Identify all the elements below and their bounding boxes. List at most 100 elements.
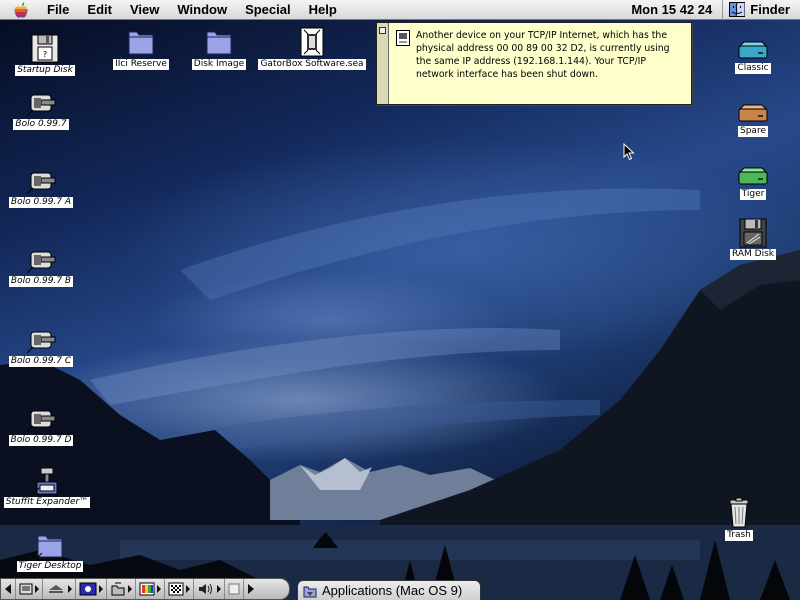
network-alert-window[interactable]: Another device on your TCP/IP Internet, … <box>376 22 692 105</box>
menu-help[interactable]: Help <box>300 0 346 20</box>
control-strip-file-sharing[interactable] <box>107 579 136 599</box>
control-strip-appletalk[interactable] <box>16 579 43 599</box>
file-sharing-icon <box>111 582 125 596</box>
desktop-icon-bolo-c[interactable]: Bolo 0.99.7 C <box>0 329 86 367</box>
menu-file[interactable]: File <box>38 0 78 20</box>
desktop-icon-bolo-b[interactable]: Bolo 0.99.7 B <box>0 249 86 287</box>
strip-popup-arrow <box>186 585 190 593</box>
monitor-depth-icon <box>79 582 97 596</box>
application-menu-label: Finder <box>750 2 790 17</box>
color-depth-icon <box>139 582 155 596</box>
sea-archive-icon <box>300 27 324 57</box>
desktop-icon-label: Classic <box>735 63 771 74</box>
strip-scroll-left-icon <box>5 584 11 594</box>
strip-popup-arrow <box>128 585 132 593</box>
menu-window[interactable]: Window <box>168 0 236 20</box>
desktop-icon-label: IIci Reserve <box>113 59 169 70</box>
menu-view[interactable]: View <box>121 0 168 20</box>
applications-folder-icon <box>303 586 317 597</box>
notification-icon <box>396 30 410 46</box>
desktop-icon-label: Trash <box>725 530 753 541</box>
desktop-icon-label: Bolo 0.99.7 D <box>8 435 74 446</box>
bolo-app-icon <box>26 172 56 195</box>
menu-edit[interactable]: Edit <box>78 0 121 20</box>
hard-drive-icon <box>738 104 768 122</box>
control-strip-scroll-right[interactable] <box>244 579 258 599</box>
finder-icon <box>729 2 746 17</box>
bolo-app-icon <box>26 410 56 433</box>
menu-bar: File Edit View Window Special Help Mon 1… <box>0 0 800 20</box>
desktop-icon-label: Tiger <box>739 189 767 200</box>
desktop-icon-startup-disk[interactable]: ? Startup Disk <box>0 32 90 76</box>
desktop-icon-disk-image[interactable]: Disk Image <box>174 26 264 70</box>
ram-disk-icon <box>739 218 767 248</box>
desktop-icon-label: RAM Disk <box>729 249 776 260</box>
folder-icon <box>35 535 63 560</box>
bolo-app-icon <box>26 331 56 354</box>
strip-popup-arrow <box>68 585 72 593</box>
trash-icon <box>729 497 749 528</box>
apple-icon[interactable] <box>12 1 30 19</box>
blank-module-icon <box>228 583 240 595</box>
bolo-app-icon <box>26 94 56 117</box>
startup-disk-icon: ? <box>31 34 59 63</box>
control-strip-scroll-left[interactable] <box>1 579 16 599</box>
menu-clock[interactable]: Mon 15 42 24 <box>631 0 724 20</box>
alert-message: Another device on your TCP/IP Internet, … <box>416 30 670 80</box>
desktop-icon-label: StuffIt Expander™ <box>3 497 91 508</box>
strip-popup-arrow <box>157 585 161 593</box>
folder-icon <box>206 31 232 55</box>
strip-scroll-right-icon <box>248 584 254 594</box>
control-strip-color-depth[interactable] <box>136 579 165 599</box>
application-switcher-tab[interactable]: Applications (Mac OS 9) <box>297 580 481 600</box>
strip-popup-arrow <box>217 585 221 593</box>
sound-volume-icon <box>199 583 212 595</box>
desktop-icon-label: Bolo 0.99.7 A <box>8 197 74 208</box>
desktop-icon-label: Startup Disk <box>15 65 75 76</box>
desktop-icon-label: Disk Image <box>191 59 247 70</box>
desktop-icon-spare[interactable]: Spare <box>708 103 798 137</box>
menu-special[interactable]: Special <box>236 0 300 20</box>
control-strip-blank[interactable] <box>225 579 244 599</box>
bolo-app-icon <box>26 251 56 274</box>
stuffit-icon <box>32 467 58 495</box>
desktop-icon-trash[interactable]: Trash <box>694 497 784 541</box>
mouse-pointer-icon <box>623 143 635 161</box>
desktop-icon-label: Bolo 0.99.7 <box>13 119 69 130</box>
application-menu[interactable]: Finder <box>723 0 800 20</box>
control-strip-sound[interactable] <box>194 579 225 599</box>
svg-text:?: ? <box>43 50 47 59</box>
resolution-icon <box>168 582 184 596</box>
control-strip <box>0 578 290 600</box>
desktop-wallpaper <box>0 188 800 600</box>
desktop-icon-classic[interactable]: Classic <box>708 40 798 74</box>
alert-title-bar[interactable] <box>377 23 389 104</box>
control-strip-cd[interactable] <box>43 579 76 599</box>
desktop-icon-label: Bolo 0.99.7 B <box>8 276 74 287</box>
desktop-icon-tiger-desktop[interactable]: Tiger Desktop <box>5 530 95 572</box>
desktop-icon-tiger[interactable]: Tiger <box>708 166 798 200</box>
desktop-icon-bolo-d[interactable]: Bolo 0.99.7 D <box>0 408 86 446</box>
control-strip-resolution[interactable] <box>165 579 194 599</box>
application-switcher-label: Applications (Mac OS 9) <box>322 583 463 598</box>
desktop-icon-label: Spare <box>738 126 768 137</box>
desktop-icon-iici-reserve[interactable]: IIci Reserve <box>96 26 186 70</box>
desktop-icon-gatorbox-software[interactable]: GatorBox Software.sea <box>258 26 366 70</box>
apple-talk-icon <box>19 583 33 595</box>
alert-close-button[interactable] <box>379 27 386 34</box>
desktop-icon-label: Bolo 0.99.7 C <box>8 356 74 367</box>
desktop[interactable] <box>0 20 800 600</box>
hard-drive-icon <box>738 167 768 185</box>
desktop-icon-stuffit-expander[interactable]: StuffIt Expander™ <box>2 466 92 508</box>
strip-popup-arrow <box>35 585 39 593</box>
desktop-icon-label: Tiger Desktop <box>16 561 84 572</box>
desktop-icon-bolo-a[interactable]: Bolo 0.99.7 A <box>0 170 86 208</box>
folder-icon <box>128 31 154 55</box>
hard-drive-icon <box>738 41 768 59</box>
desktop-icon-ram-disk[interactable]: RAM Disk <box>708 218 798 260</box>
strip-popup-arrow <box>99 585 103 593</box>
desktop-icon-label: GatorBox Software.sea <box>258 59 366 70</box>
desktop-icon-bolo[interactable]: Bolo 0.99.7 <box>0 92 86 130</box>
control-strip-monitor[interactable] <box>76 579 107 599</box>
cd-eject-icon <box>49 585 63 593</box>
